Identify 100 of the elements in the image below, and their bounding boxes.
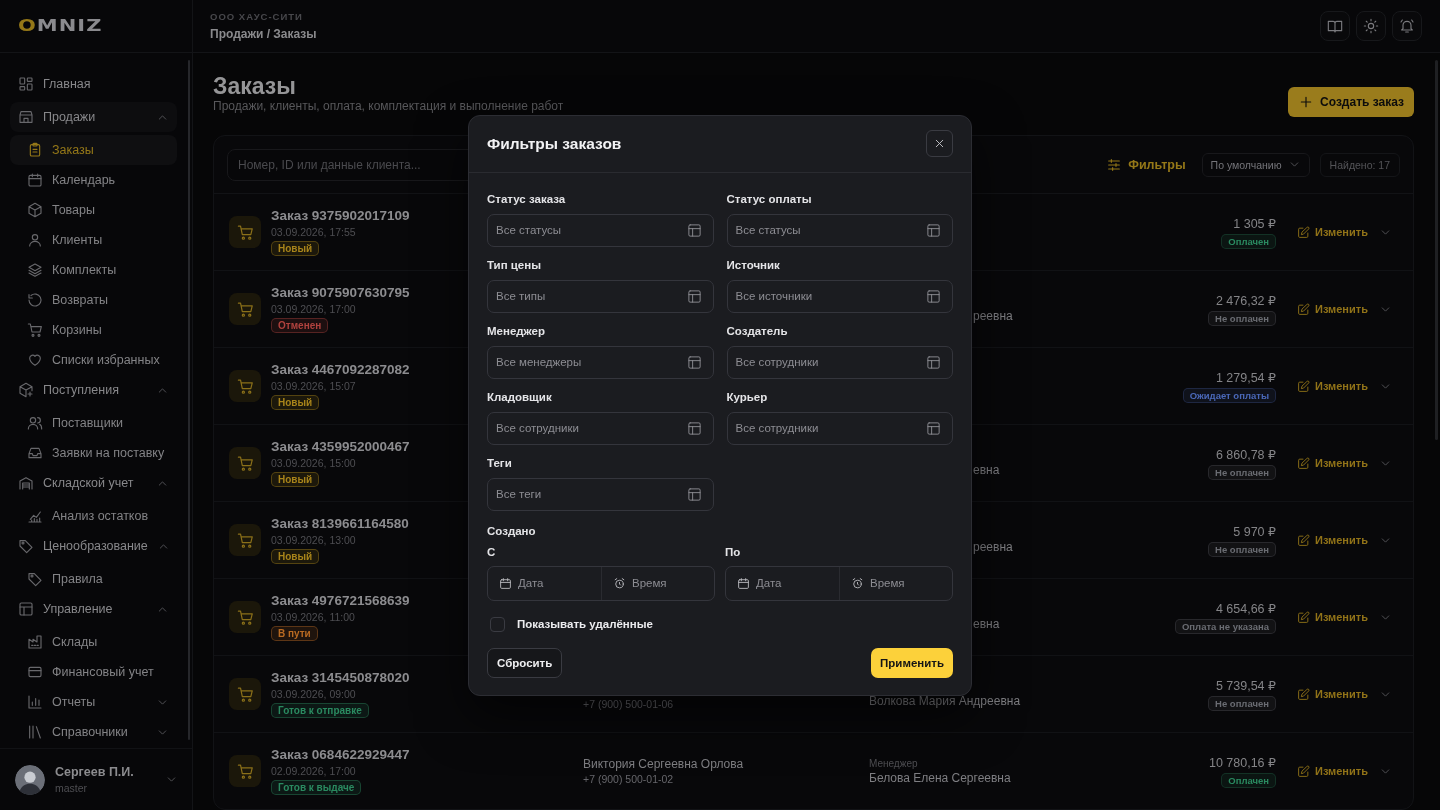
select-field[interactable]: Все статусы (726, 213, 953, 247)
time-input[interactable]: Время (632, 577, 714, 589)
filters-button[interactable]: Фильтры (1100, 156, 1192, 173)
sidebar-item[interactable]: Отчеты (10, 687, 177, 717)
scrollbar[interactable] (188, 60, 190, 740)
panel-icon (926, 222, 941, 238)
status-badge: Новый (271, 241, 320, 256)
sidebar-item[interactable]: Анализ остатков (10, 501, 177, 531)
sort-dropdown[interactable]: По умолчанию (1201, 152, 1310, 177)
order-title[interactable]: Заказ 9075907630795 (271, 285, 410, 300)
status-badge: Готов к выдаче (271, 780, 362, 795)
date-input[interactable]: Дата (756, 577, 839, 589)
sidebar-item[interactable]: Поступления (10, 375, 177, 405)
manager-label: Менеджер (869, 757, 918, 769)
field-label: Кладовщик (487, 389, 553, 405)
cart-icon (27, 322, 43, 338)
edit-link[interactable]: Изменить (1297, 610, 1369, 624)
sidebar-item[interactable]: Складской учет (10, 468, 177, 498)
reset-button[interactable]: Сбросить (487, 647, 563, 678)
sidebar-item[interactable]: Корзины (10, 315, 177, 345)
sidebar-item[interactable]: Списки избранных (10, 345, 177, 375)
layers-icon (27, 262, 43, 278)
sidebar-item[interactable]: Ценообразование (10, 531, 177, 561)
user-role: master (55, 782, 89, 794)
cart-icon (236, 300, 254, 318)
status-badge: Отменен (271, 318, 329, 333)
select-field[interactable]: Все теги (487, 477, 714, 511)
manager-name: реевна (973, 309, 1013, 323)
sidebar-item[interactable]: Клиенты (10, 225, 177, 255)
edit-link[interactable]: Изменить (1297, 456, 1369, 470)
edit-link[interactable]: Изменить (1297, 533, 1369, 547)
checkbox[interactable] (490, 616, 505, 632)
docs-button[interactable] (1320, 11, 1350, 41)
page-subtitle: Продажи, клиенты, оплата, комплектация и выполнение работ (213, 100, 564, 113)
order-date: 03.09.2026, 13:00 (271, 534, 356, 546)
user-menu[interactable]: Сергеев П.И. master (0, 748, 192, 810)
alarm-clock-icon (613, 576, 626, 590)
sidebar-item[interactable]: Календарь (10, 165, 177, 195)
select-field[interactable]: Все сотрудники (726, 411, 953, 445)
sidebar-item[interactable]: Финансовый учет (10, 657, 177, 687)
edit-link[interactable]: Изменить (1297, 687, 1369, 701)
close-button[interactable] (926, 130, 953, 157)
sidebar-item[interactable]: Правила (10, 564, 177, 594)
select-field[interactable]: Все сотрудники (487, 411, 714, 445)
users-icon (27, 415, 43, 431)
checkbox-label[interactable]: Показывать удалённые (517, 618, 653, 630)
select-field[interactable]: Все источники (726, 279, 953, 313)
edit-link[interactable]: Изменить (1297, 379, 1369, 393)
field-label: По (725, 544, 742, 560)
sidebar-item[interactable]: Возвраты (10, 285, 177, 315)
order-title[interactable]: Заказ 4976721568639 (271, 593, 410, 608)
cart-icon (236, 608, 254, 626)
order-amount: 4 654,66 ₽ (1215, 600, 1276, 616)
apply-button[interactable]: Применить (871, 647, 953, 678)
order-title[interactable]: Заказ 4359952000467 (271, 439, 410, 454)
field-label: Статус оплаты (726, 191, 813, 207)
date-input[interactable]: Дата (518, 577, 601, 589)
sidebar-item[interactable]: Поставщики (10, 408, 177, 438)
field-label: Тип цены (487, 257, 543, 273)
sidebar-item[interactable]: Справочники (10, 717, 177, 747)
sidebar-item[interactable]: Продажи (10, 102, 177, 132)
chart-icon (27, 508, 43, 524)
edit-icon (1297, 610, 1310, 624)
bell-icon (1399, 18, 1415, 34)
cart-icon (236, 377, 254, 395)
order-title[interactable]: Заказ 3145450878020 (271, 670, 410, 685)
sidebar-item[interactable]: Склады (10, 627, 177, 657)
edit-link[interactable]: Изменить (1297, 302, 1369, 316)
select-field[interactable]: Все менеджеры (487, 345, 714, 379)
select-field[interactable]: Все типы (487, 279, 714, 313)
sidebar-item[interactable]: Главная (10, 69, 177, 99)
order-title[interactable]: Заказ 8139661164580 (271, 516, 409, 531)
order-title[interactable]: Заказ 9375902017109 (271, 208, 410, 223)
edit-link[interactable]: Изменить (1297, 764, 1369, 778)
calendar-icon (737, 576, 750, 590)
select-field[interactable]: Все сотрудники (726, 345, 953, 379)
notifications-button[interactable] (1392, 11, 1422, 41)
theme-button[interactable] (1356, 11, 1386, 41)
store-icon (18, 109, 34, 125)
field-label: Курьер (726, 389, 769, 405)
time-input[interactable]: Время (870, 577, 952, 589)
order-title[interactable]: Заказ 0684622929447 (271, 747, 410, 762)
field-label: Теги (487, 455, 513, 471)
sidebar-item[interactable]: Заказы (10, 135, 177, 165)
order-amount: 6 860,78 ₽ (1215, 446, 1276, 462)
create-order-button[interactable]: Создать заказ (1288, 87, 1414, 117)
manager-name: реевна (973, 540, 1013, 554)
payment-badge: Не оплачен (1208, 541, 1276, 557)
select-field[interactable]: Все статусы (487, 213, 714, 247)
sidebar-item[interactable]: Комплекты (10, 255, 177, 285)
edit-link[interactable]: Изменить (1297, 225, 1369, 239)
order-date: 02.09.2026, 17:00 (271, 765, 356, 777)
alarm-clock-icon (851, 576, 864, 590)
status-badge: Новый (271, 395, 320, 410)
manager-name: Белова Елена Сергеевна (869, 770, 1011, 785)
order-title[interactable]: Заказ 4467092287082 (271, 362, 410, 377)
sidebar-item[interactable]: Товары (10, 195, 177, 225)
sidebar-item[interactable]: Заявки на поставку (10, 438, 177, 468)
sidebar-item[interactable]: Управление (10, 594, 177, 624)
logo[interactable]: OMNIZ (18, 18, 103, 34)
